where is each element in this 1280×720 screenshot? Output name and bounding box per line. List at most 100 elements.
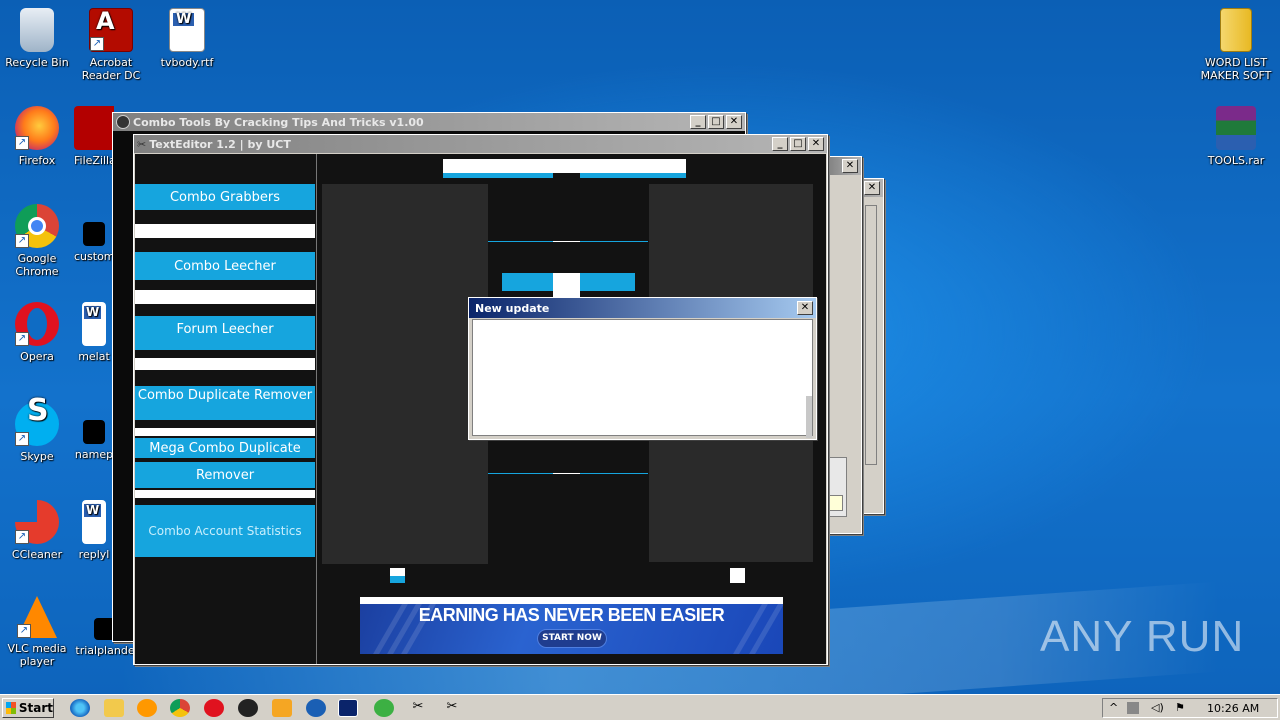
desktop-icon-opera[interactable]: ↗ Opera [0, 302, 74, 363]
desktop-icon-label: VLC media player [7, 642, 67, 668]
close-icon[interactable]: ✕ [808, 137, 824, 151]
dialog-title: New update [475, 301, 550, 315]
scissors-icon[interactable]: ✂ [442, 699, 462, 717]
shortcut-arrow-icon: ↗ [15, 530, 29, 544]
app-icon [116, 115, 130, 129]
opera-taskbar-icon[interactable] [204, 699, 224, 717]
desktop-icon-acrobat[interactable]: A ↗ Acrobat Reader DC [74, 8, 148, 82]
desktop-icon-label: melat [78, 350, 110, 363]
titlebar: Combo Tools By Cracking Tips And Tricks … [113, 113, 745, 131]
separator [135, 490, 315, 498]
desktop-icon-replyl[interactable]: W replyl [74, 500, 114, 561]
acrobat-icon: A ↗ [89, 8, 133, 52]
window-title: TextEditor 1.2 | by UCT [149, 137, 291, 151]
menu-combo-duplicate-remover[interactable]: Combo Duplicate Remover [135, 386, 315, 420]
desktop-icon-ccleaner[interactable]: ↗ CCleaner [0, 500, 74, 561]
desktop-icon-word-list-maker[interactable]: WORD LIST MAKER SOFT [1196, 8, 1276, 82]
explorer-icon[interactable] [104, 699, 124, 717]
ie-icon[interactable] [70, 699, 90, 717]
menu-forum-leecher[interactable]: Forum Leecher [135, 316, 315, 350]
separator [135, 428, 315, 436]
menu-combo-leecher[interactable]: Combo Leecher [135, 252, 315, 280]
desktop-icon-label: FileZilla [74, 154, 114, 167]
firefox-icon: ↗ [15, 106, 59, 150]
volume-icon[interactable]: ◁) [1151, 701, 1164, 714]
desktop-icon-custom[interactable]: custom [74, 222, 114, 263]
window-content [865, 205, 877, 465]
background-window-2[interactable]: ✕ [826, 156, 862, 534]
desktop-icon-skype[interactable]: S ↗ Skype [0, 396, 74, 463]
input-field[interactable] [829, 495, 843, 511]
app-taskbar-icon[interactable] [306, 699, 326, 717]
divider-line-mark [553, 473, 580, 474]
menu-combo-account-statistics[interactable]: Combo Account Statistics [135, 505, 315, 557]
ccleaner-icon: ↗ [15, 500, 59, 544]
titlebar: ✕ [827, 157, 861, 175]
menu-combo-grabbers[interactable]: Combo Grabbers [135, 184, 315, 210]
word-document-icon: W [169, 8, 205, 52]
app-taskbar-icon[interactable] [238, 699, 258, 717]
file-icon [83, 222, 105, 246]
ad-headline: EARNING HAS NEVER BEEN EASIER [418, 605, 725, 625]
maximize-icon[interactable]: □ [708, 115, 724, 129]
menu-mega-combo-duplicate[interactable]: Mega Combo Duplicate [135, 438, 315, 458]
close-icon[interactable]: ✕ [726, 115, 742, 129]
desktop-icon-label: Google Chrome [15, 252, 59, 278]
word-document-icon: W [82, 500, 106, 544]
system-tray: ^ ◁) ⚑ 10:26 AM [1102, 698, 1278, 718]
desktop-icon-vlc[interactable]: ↗ VLC media player [0, 596, 74, 668]
anyrun-watermark: ANY RUN [1040, 612, 1245, 661]
opera-icon: ↗ [15, 302, 59, 346]
desktop-icon-tools-rar[interactable]: TOOLS.rar [1199, 106, 1273, 167]
desktop-icon-chrome[interactable]: ↗ Google Chrome [0, 204, 74, 278]
flag-icon[interactable]: ⚑ [1175, 701, 1185, 714]
media-player-icon[interactable] [137, 699, 157, 717]
filezilla-icon [74, 106, 114, 150]
desktop-icon-namep[interactable]: namep [74, 420, 114, 461]
desktop-icon-firefox[interactable]: ↗ Firefox [0, 106, 74, 167]
desktop-icon-melat[interactable]: W melat [74, 302, 114, 363]
app-taskbar-icon[interactable] [338, 699, 358, 717]
scissors-icon[interactable]: ✂ [408, 699, 428, 717]
start-label: Start [18, 701, 53, 715]
new-update-dialog[interactable]: New update ✕ [468, 297, 817, 440]
start-button[interactable]: Start [2, 698, 54, 718]
chrome-taskbar-icon[interactable] [170, 699, 190, 717]
desktop-icon-label: custom [74, 250, 114, 263]
close-icon[interactable]: ✕ [842, 159, 858, 173]
ad-start-button[interactable]: START NOW [537, 629, 607, 648]
maximize-icon[interactable]: □ [790, 137, 806, 151]
small-checkbox[interactable] [730, 568, 745, 583]
network-icon[interactable] [1127, 702, 1139, 714]
header-bar [443, 159, 686, 173]
app-taskbar-icon[interactable] [272, 699, 292, 717]
desktop-icon-label: Opera [20, 350, 54, 363]
dialog-content [472, 319, 813, 438]
scrollbar[interactable] [806, 396, 812, 438]
desktop-icon-recycle-bin[interactable]: Recycle Bin [0, 8, 74, 69]
close-icon[interactable]: ✕ [797, 301, 813, 315]
desktop-icon-label: TOOLS.rar [1207, 154, 1265, 167]
desktop-icon-filezilla[interactable]: FileZilla [74, 106, 114, 167]
desktop-icon-label: WORD LIST MAKER SOFT [1200, 56, 1272, 82]
desktop-icon-tvbody[interactable]: W tvbody.rtf [150, 8, 224, 69]
minimize-icon[interactable]: _ [772, 137, 788, 151]
file-icon [83, 420, 105, 444]
clock[interactable]: 10:26 AM [1207, 702, 1259, 715]
vlc-icon: ↗ [17, 596, 57, 638]
desktop-icon-label: Acrobat Reader DC [81, 56, 141, 82]
folder-archive-icon [1220, 8, 1252, 52]
app-taskbar-icon[interactable] [374, 699, 394, 717]
separator [135, 224, 315, 238]
menu-mega-combo-remover[interactable]: Remover [135, 462, 315, 488]
minimize-icon[interactable]: _ [690, 115, 706, 129]
shortcut-arrow-icon: ↗ [90, 37, 104, 51]
shortcut-arrow-icon: ↗ [15, 234, 29, 248]
tray-expand-icon[interactable]: ^ [1109, 701, 1118, 714]
desktop-icon-label: Skype [20, 450, 54, 463]
windows-logo-icon [6, 702, 16, 714]
desktop-icon-label: CCleaner [11, 548, 63, 561]
window-title: Combo Tools By Cracking Tips And Tricks … [133, 115, 424, 129]
desktop-icon-label: Recycle Bin [5, 56, 69, 69]
close-icon[interactable]: ✕ [864, 181, 880, 195]
